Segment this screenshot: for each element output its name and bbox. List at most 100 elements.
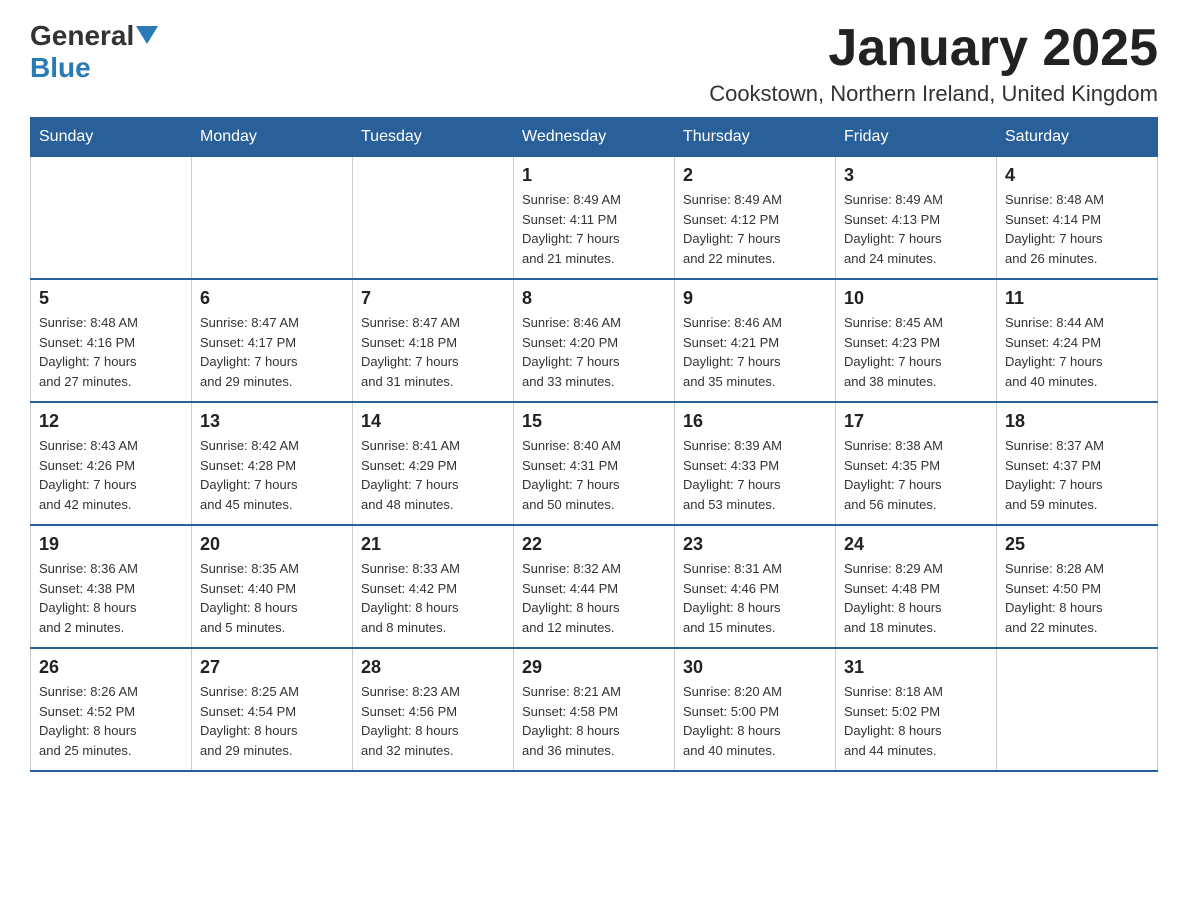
day-info: Sunrise: 8:31 AM Sunset: 4:46 PM Dayligh… <box>683 559 827 637</box>
calendar-table: SundayMondayTuesdayWednesdayThursdayFrid… <box>30 117 1158 772</box>
day-number: 11 <box>1005 288 1149 309</box>
calendar-cell <box>31 157 192 280</box>
logo-blue: Blue <box>30 52 91 83</box>
day-info: Sunrise: 8:25 AM Sunset: 4:54 PM Dayligh… <box>200 682 344 760</box>
calendar-cell: 25 Sunrise: 8:28 AM Sunset: 4:50 PM Dayli… <box>997 525 1158 648</box>
day-number: 27 <box>200 657 344 678</box>
calendar-cell: 7 Sunrise: 8:47 AM Sunset: 4:18 PM Daylig… <box>353 279 514 402</box>
day-number: 13 <box>200 411 344 432</box>
calendar-cell: 1Sunrise: 8:49 AM Sunset: 4:11 PM Daylig… <box>514 157 675 280</box>
calendar-header-monday: Monday <box>192 118 353 157</box>
day-number: 14 <box>361 411 505 432</box>
day-number: 12 <box>39 411 183 432</box>
day-number: 3 <box>844 165 988 186</box>
day-number: 17 <box>844 411 988 432</box>
day-info: Sunrise: 8:35 AM Sunset: 4:40 PM Dayligh… <box>200 559 344 637</box>
day-info: Sunrise: 8:21 AM Sunset: 4:58 PM Dayligh… <box>522 682 666 760</box>
calendar-week-4: 19 Sunrise: 8:36 AM Sunset: 4:38 PM Dayli… <box>31 525 1158 648</box>
calendar-cell: 11Sunrise: 8:44 AM Sunset: 4:24 PM Dayli… <box>997 279 1158 402</box>
day-info: Sunrise: 8:38 AM Sunset: 4:35 PM Dayligh… <box>844 436 988 514</box>
logo-triangle-icon <box>136 26 158 48</box>
day-info: Sunrise: 8:45 AM Sunset: 4:23 PM Dayligh… <box>844 313 988 391</box>
page-title: January 2025 <box>709 20 1158 77</box>
calendar-cell: 17 Sunrise: 8:38 AM Sunset: 4:35 PM Dayli… <box>836 402 997 525</box>
calendar-cell: 31Sunrise: 8:18 AM Sunset: 5:02 PM Dayli… <box>836 648 997 771</box>
day-number: 30 <box>683 657 827 678</box>
calendar-week-1: 1Sunrise: 8:49 AM Sunset: 4:11 PM Daylig… <box>31 157 1158 280</box>
day-number: 5 <box>39 288 183 309</box>
day-number: 22 <box>522 534 666 555</box>
day-info: Sunrise: 8:46 AM Sunset: 4:20 PM Dayligh… <box>522 313 666 391</box>
day-number: 16 <box>683 411 827 432</box>
calendar-cell: 21 Sunrise: 8:33 AM Sunset: 4:42 PM Dayli… <box>353 525 514 648</box>
calendar-cell <box>353 157 514 280</box>
calendar-header-sunday: Sunday <box>31 118 192 157</box>
calendar-cell: 26Sunrise: 8:26 AM Sunset: 4:52 PM Dayli… <box>31 648 192 771</box>
day-info: Sunrise: 8:48 AM Sunset: 4:16 PM Dayligh… <box>39 313 183 391</box>
calendar-week-5: 26Sunrise: 8:26 AM Sunset: 4:52 PM Dayli… <box>31 648 1158 771</box>
day-info: Sunrise: 8:37 AM Sunset: 4:37 PM Dayligh… <box>1005 436 1149 514</box>
day-number: 15 <box>522 411 666 432</box>
day-info: Sunrise: 8:29 AM Sunset: 4:48 PM Dayligh… <box>844 559 988 637</box>
day-info: Sunrise: 8:49 AM Sunset: 4:12 PM Dayligh… <box>683 190 827 268</box>
day-number: 21 <box>361 534 505 555</box>
day-info: Sunrise: 8:41 AM Sunset: 4:29 PM Dayligh… <box>361 436 505 514</box>
calendar-cell: 27 Sunrise: 8:25 AM Sunset: 4:54 PM Dayli… <box>192 648 353 771</box>
day-number: 19 <box>39 534 183 555</box>
calendar-header-tuesday: Tuesday <box>353 118 514 157</box>
day-info: Sunrise: 8:40 AM Sunset: 4:31 PM Dayligh… <box>522 436 666 514</box>
day-info: Sunrise: 8:32 AM Sunset: 4:44 PM Dayligh… <box>522 559 666 637</box>
day-number: 23 <box>683 534 827 555</box>
day-info: Sunrise: 8:47 AM Sunset: 4:18 PM Dayligh… <box>361 313 505 391</box>
day-number: 28 <box>361 657 505 678</box>
calendar-header-saturday: Saturday <box>997 118 1158 157</box>
day-info: Sunrise: 8:49 AM Sunset: 4:13 PM Dayligh… <box>844 190 988 268</box>
day-number: 8 <box>522 288 666 309</box>
calendar-week-3: 12 Sunrise: 8:43 AM Sunset: 4:26 PM Dayli… <box>31 402 1158 525</box>
day-number: 24 <box>844 534 988 555</box>
calendar-cell <box>192 157 353 280</box>
day-info: Sunrise: 8:36 AM Sunset: 4:38 PM Dayligh… <box>39 559 183 637</box>
calendar-cell: 15 Sunrise: 8:40 AM Sunset: 4:31 PM Dayli… <box>514 402 675 525</box>
calendar-header-friday: Friday <box>836 118 997 157</box>
calendar-cell: 10Sunrise: 8:45 AM Sunset: 4:23 PM Dayli… <box>836 279 997 402</box>
calendar-cell: 24 Sunrise: 8:29 AM Sunset: 4:48 PM Dayli… <box>836 525 997 648</box>
calendar-cell: 28 Sunrise: 8:23 AM Sunset: 4:56 PM Dayli… <box>353 648 514 771</box>
day-number: 7 <box>361 288 505 309</box>
day-info: Sunrise: 8:23 AM Sunset: 4:56 PM Dayligh… <box>361 682 505 760</box>
day-info: Sunrise: 8:46 AM Sunset: 4:21 PM Dayligh… <box>683 313 827 391</box>
day-number: 1 <box>522 165 666 186</box>
logo: General Blue <box>30 20 158 84</box>
calendar-cell: 4 Sunrise: 8:48 AM Sunset: 4:14 PM Daylig… <box>997 157 1158 280</box>
page-subtitle: Cookstown, Northern Ireland, United King… <box>709 81 1158 107</box>
day-info: Sunrise: 8:18 AM Sunset: 5:02 PM Dayligh… <box>844 682 988 760</box>
calendar-cell: 23 Sunrise: 8:31 AM Sunset: 4:46 PM Dayli… <box>675 525 836 648</box>
day-info: Sunrise: 8:47 AM Sunset: 4:17 PM Dayligh… <box>200 313 344 391</box>
calendar-cell: 5 Sunrise: 8:48 AM Sunset: 4:16 PM Daylig… <box>31 279 192 402</box>
calendar-header-thursday: Thursday <box>675 118 836 157</box>
day-info: Sunrise: 8:39 AM Sunset: 4:33 PM Dayligh… <box>683 436 827 514</box>
calendar-cell: 29 Sunrise: 8:21 AM Sunset: 4:58 PM Dayli… <box>514 648 675 771</box>
day-number: 25 <box>1005 534 1149 555</box>
calendar-cell: 16 Sunrise: 8:39 AM Sunset: 4:33 PM Dayli… <box>675 402 836 525</box>
day-number: 9 <box>683 288 827 309</box>
day-info: Sunrise: 8:33 AM Sunset: 4:42 PM Dayligh… <box>361 559 505 637</box>
day-number: 4 <box>1005 165 1149 186</box>
day-info: Sunrise: 8:43 AM Sunset: 4:26 PM Dayligh… <box>39 436 183 514</box>
calendar-header-wednesday: Wednesday <box>514 118 675 157</box>
calendar-cell: 6Sunrise: 8:47 AM Sunset: 4:17 PM Daylig… <box>192 279 353 402</box>
calendar-cell: 12 Sunrise: 8:43 AM Sunset: 4:26 PM Dayli… <box>31 402 192 525</box>
calendar-cell: 30Sunrise: 8:20 AM Sunset: 5:00 PM Dayli… <box>675 648 836 771</box>
day-number: 18 <box>1005 411 1149 432</box>
calendar-week-2: 5 Sunrise: 8:48 AM Sunset: 4:16 PM Daylig… <box>31 279 1158 402</box>
calendar-header-row: SundayMondayTuesdayWednesdayThursdayFrid… <box>31 118 1158 157</box>
day-number: 20 <box>200 534 344 555</box>
day-info: Sunrise: 8:48 AM Sunset: 4:14 PM Dayligh… <box>1005 190 1149 268</box>
day-number: 29 <box>522 657 666 678</box>
day-info: Sunrise: 8:26 AM Sunset: 4:52 PM Dayligh… <box>39 682 183 760</box>
calendar-cell: 3 Sunrise: 8:49 AM Sunset: 4:13 PM Daylig… <box>836 157 997 280</box>
day-info: Sunrise: 8:28 AM Sunset: 4:50 PM Dayligh… <box>1005 559 1149 637</box>
logo-general: General <box>30 20 134 52</box>
day-info: Sunrise: 8:42 AM Sunset: 4:28 PM Dayligh… <box>200 436 344 514</box>
calendar-cell: 2Sunrise: 8:49 AM Sunset: 4:12 PM Daylig… <box>675 157 836 280</box>
